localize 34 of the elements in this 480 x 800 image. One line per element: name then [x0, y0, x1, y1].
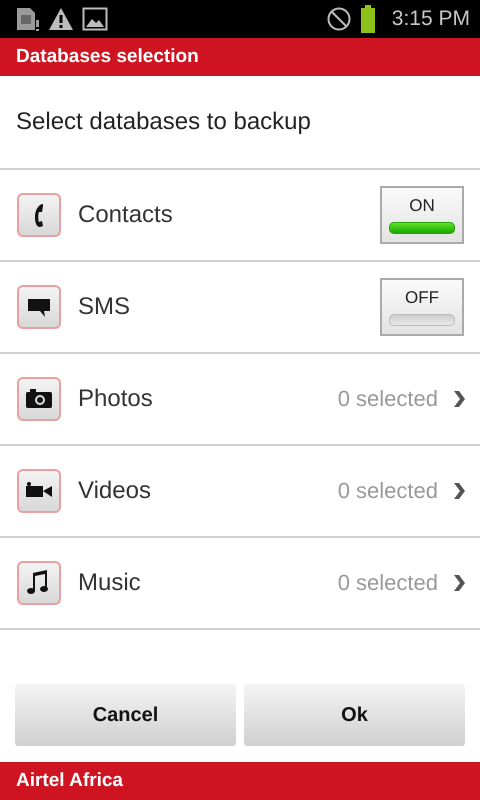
ok-button[interactable]: Ok	[244, 684, 465, 746]
database-row[interactable]: Photos 0 selected	[0, 354, 480, 446]
selection-count: 0 selected	[338, 478, 438, 504]
database-name: Photos	[78, 385, 154, 413]
clock-text: 3:15 PM	[392, 7, 470, 31]
phone-icon	[17, 193, 61, 237]
no-sign-icon	[326, 6, 352, 32]
section-heading: Select databases to backup	[16, 108, 311, 136]
toggle-switch[interactable]: ON	[380, 186, 464, 244]
database-row[interactable]: Videos 0 selected	[0, 446, 480, 538]
database-row[interactable]: Music 0 selected	[0, 538, 480, 630]
footer-text: Airtel Africa	[16, 770, 123, 792]
video-camera-icon	[17, 469, 61, 513]
database-name: Videos	[78, 477, 152, 505]
database-row[interactable]: SMS OFF	[0, 262, 480, 354]
selection-count: 0 selected	[338, 570, 438, 596]
database-name: Contacts	[78, 201, 174, 229]
database-row[interactable]: Contacts ON	[0, 170, 480, 262]
battery-icon	[360, 5, 376, 33]
sim-card-icon	[14, 6, 40, 32]
warning-icon	[48, 6, 74, 32]
selection-count: 0 selected	[338, 386, 438, 412]
chevron-right-icon	[452, 574, 466, 592]
chevron-right-icon	[452, 482, 466, 500]
camera-icon	[17, 377, 61, 421]
dialog-title: Databases selection	[16, 46, 199, 68]
database-name: Music	[78, 569, 142, 597]
toggle-switch[interactable]: OFF	[380, 278, 464, 336]
database-name: SMS	[78, 293, 132, 321]
chevron-right-icon	[452, 390, 466, 408]
image-icon	[82, 6, 108, 32]
speech-bubble-icon	[17, 285, 61, 329]
music-note-icon	[17, 561, 61, 605]
cancel-button[interactable]: Cancel	[15, 684, 236, 746]
